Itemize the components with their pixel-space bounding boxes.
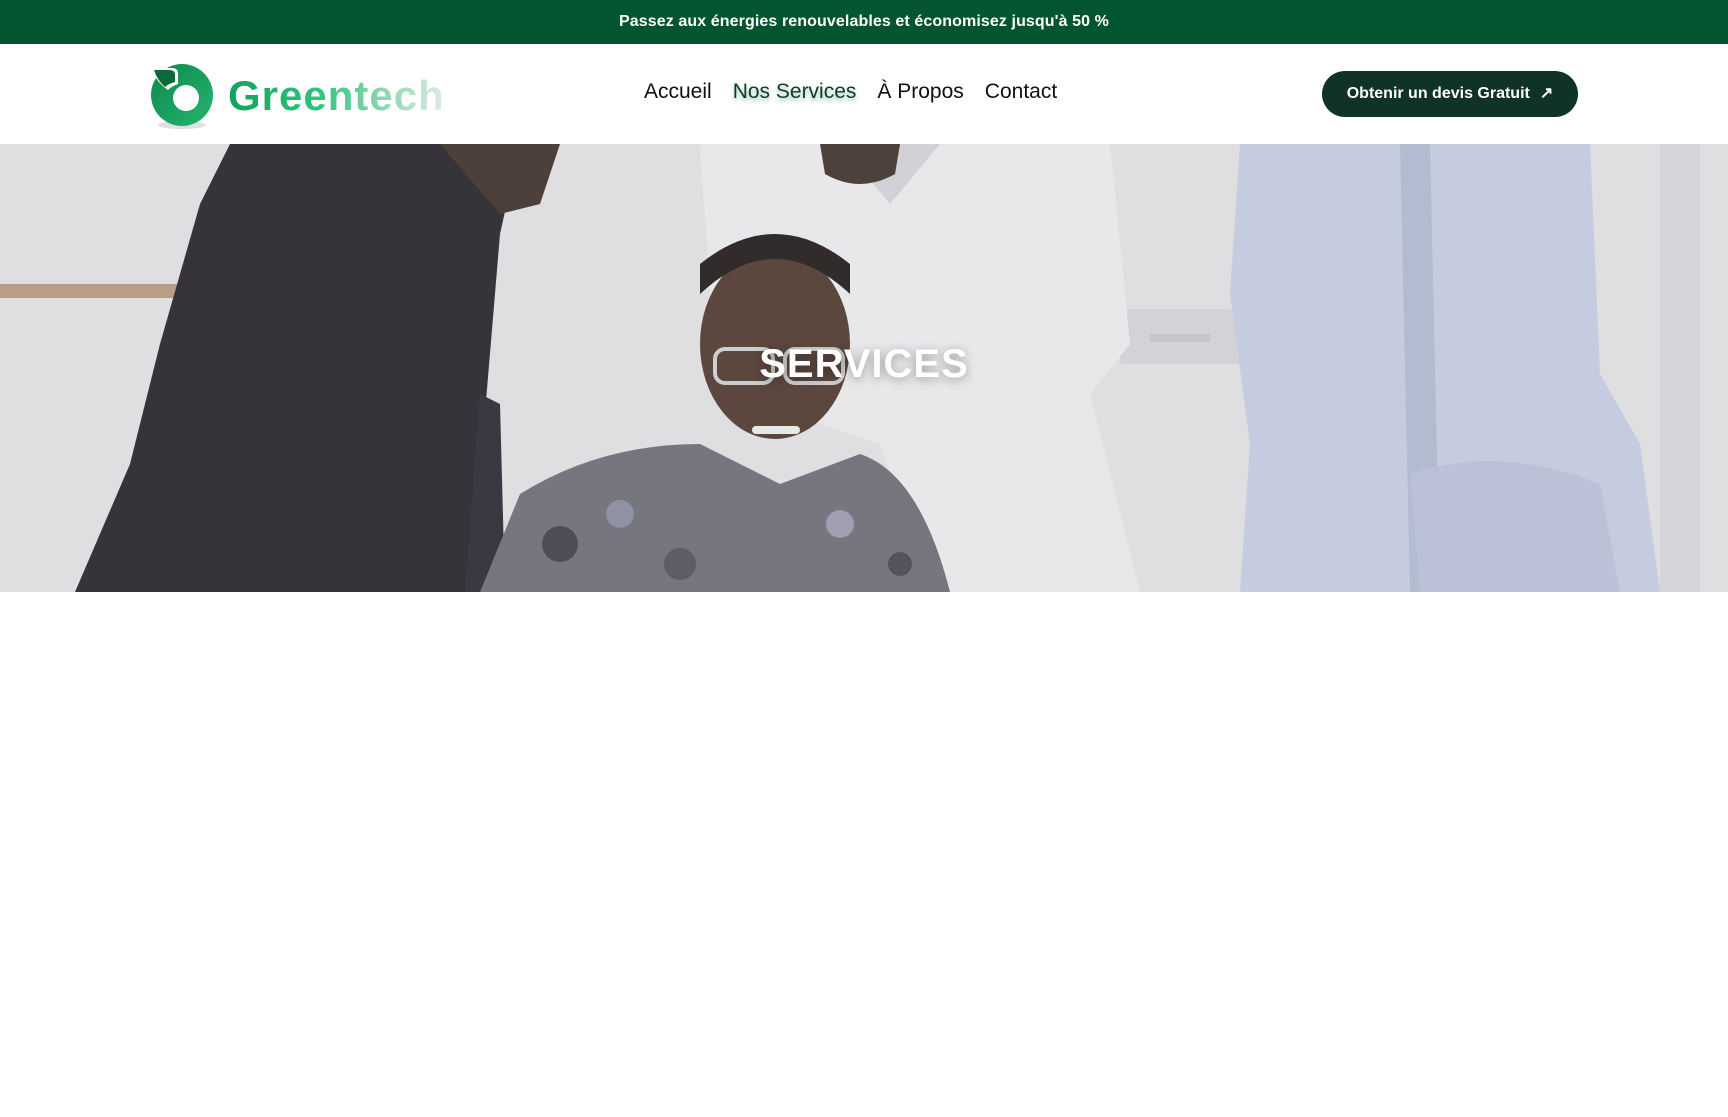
- nav-item-nos-services[interactable]: Nos Services: [733, 80, 857, 104]
- main-nav: Accueil Nos Services À Propos Contact: [644, 80, 1078, 104]
- free-quote-button-label: Obtenir un devis Gratuit: [1346, 85, 1530, 102]
- brand-name: Greentech: [228, 72, 445, 119]
- navbar: Greentech Accueil Nos Services À Propos …: [0, 44, 1728, 144]
- hero-title: SERVICES: [759, 342, 969, 386]
- promo-banner-text: Passez aux énergies renouvelables et éco…: [618, 13, 1109, 30]
- promo-banner: Passez aux énergies renouvelables et éco…: [0, 0, 1728, 44]
- nav-item-a-propos[interactable]: À Propos: [877, 80, 963, 104]
- arrow-up-right-icon: ↗: [1539, 85, 1554, 102]
- nav-item-contact[interactable]: Contact: [985, 80, 1057, 104]
- hero-section: SERVICES: [0, 144, 1728, 592]
- free-quote-button[interactable]: Obtenir un devis Gratuit ↗: [1322, 71, 1578, 117]
- page-content: [0, 592, 1728, 1117]
- leaf-drop-logo-icon: [148, 62, 216, 130]
- nav-item-accueil[interactable]: Accueil: [644, 80, 712, 104]
- brand-home-link[interactable]: Greentech: [148, 60, 445, 132]
